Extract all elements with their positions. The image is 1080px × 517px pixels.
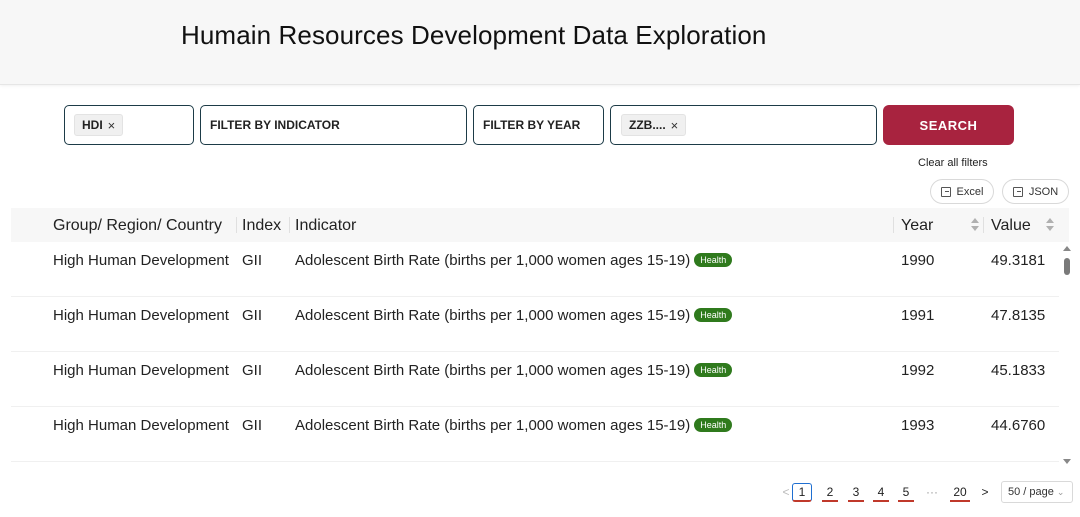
cell-value: 47.8135 — [991, 307, 1046, 324]
page-2[interactable]: 2 — [822, 485, 838, 502]
export-icon — [1012, 186, 1023, 197]
table-row: High Human Development GII Adolescent Bi… — [11, 297, 1059, 352]
export-json-label: JSON — [1028, 185, 1059, 198]
chevron-down-icon: ⌄ — [1056, 486, 1065, 497]
remove-tag-icon[interactable]: × — [108, 118, 116, 133]
group-tag: HDI × — [74, 114, 124, 136]
table-row: High Human Development GII Adolescent Bi… — [11, 407, 1059, 462]
column-header-index: Index — [242, 217, 282, 234]
app-header: Humain Resources Development Data Explor… — [0, 0, 1080, 85]
group-tag-label: HDI — [82, 118, 103, 132]
cell-indicator: Adolescent Birth Rate (births per 1,000 … — [295, 360, 733, 381]
column-divider — [289, 217, 290, 233]
cell-index: GII — [242, 252, 263, 269]
clear-filters-link[interactable]: Clear all filters — [918, 157, 988, 169]
cell-value: 44.6760 — [991, 417, 1046, 434]
cell-value: 49.3181 — [991, 252, 1046, 269]
table-body: High Human Development GII Adolescent Bi… — [11, 242, 1059, 462]
page-20[interactable]: 20 — [950, 485, 970, 502]
column-header-group: Group/ Region/ Country — [53, 217, 222, 234]
cell-indicator: Adolescent Birth Rate (births per 1,000 … — [295, 250, 733, 271]
indicator-text: Adolescent Birth Rate (births per 1,000 … — [295, 417, 691, 434]
page-size-value: 50 / page — [1008, 486, 1054, 498]
cell-year: 1990 — [901, 252, 935, 269]
indicator-filter[interactable]: FILTER BY INDICATOR — [200, 105, 467, 145]
export-icon — [940, 186, 951, 197]
cell-index: GII — [242, 307, 263, 324]
indicator-text: Adolescent Birth Rate (births per 1,000 … — [295, 362, 691, 379]
group-filter[interactable]: HDI × — [64, 105, 194, 145]
country-tag: ZZB.... × — [621, 114, 687, 136]
table-scrollbar[interactable] — [1061, 244, 1073, 468]
prev-page-icon[interactable]: < — [780, 485, 792, 499]
remove-tag-icon[interactable]: × — [671, 118, 679, 133]
column-divider — [893, 217, 894, 233]
export-excel-label: Excel — [956, 185, 984, 198]
cell-year: 1993 — [901, 417, 935, 434]
page-5[interactable]: 5 — [898, 485, 914, 502]
table-row: High Human Development GII Adolescent Bi… — [11, 352, 1059, 407]
sort-year-icon[interactable] — [971, 218, 979, 232]
table-row: High Human Development GII Adolescent Bi… — [11, 242, 1059, 297]
export-excel-button[interactable]: Excel — [930, 179, 994, 204]
cell-value: 45.1833 — [991, 362, 1046, 379]
cell-group: High Human Development — [53, 362, 229, 379]
cell-indicator: Adolescent Birth Rate (births per 1,000 … — [295, 415, 733, 436]
cell-group: High Human Development — [53, 417, 229, 434]
cell-year: 1991 — [901, 307, 935, 324]
page-title: Humain Resources Development Data Explor… — [181, 20, 767, 50]
column-header-indicator: Indicator — [295, 217, 357, 234]
category-badge: Health — [694, 363, 733, 377]
cell-group: High Human Development — [53, 252, 229, 269]
indicator-text: Adolescent Birth Rate (births per 1,000 … — [295, 252, 691, 269]
scroll-thumb[interactable] — [1064, 258, 1070, 275]
page-3[interactable]: 3 — [848, 485, 864, 502]
column-divider — [236, 217, 237, 233]
page-1[interactable]: 1 — [792, 483, 812, 502]
table-header: Group/ Region/ Country Index Indicator Y… — [11, 208, 1069, 242]
search-button[interactable]: SEARCH — [883, 105, 1014, 145]
cell-index: GII — [242, 362, 263, 379]
scroll-up-icon[interactable] — [1063, 246, 1071, 251]
scroll-down-icon[interactable] — [1063, 459, 1071, 464]
column-divider — [983, 217, 984, 233]
column-header-year: Year — [901, 217, 934, 234]
cell-group: High Human Development — [53, 307, 229, 324]
country-tag-label: ZZB.... — [629, 118, 666, 132]
export-json-button[interactable]: JSON — [1002, 179, 1069, 204]
country-filter[interactable]: ZZB.... × — [610, 105, 877, 145]
column-header-value: Value — [991, 217, 1031, 234]
category-badge: Health — [694, 253, 733, 267]
indicator-filter-placeholder: FILTER BY INDICATOR — [210, 118, 340, 132]
category-badge: Health — [694, 418, 733, 432]
year-filter[interactable]: FILTER BY YEAR — [473, 105, 604, 145]
page-ellipsis[interactable]: ··· — [923, 485, 941, 499]
page-size-select[interactable]: 50 / page ⌄ — [1001, 481, 1073, 503]
page-4[interactable]: 4 — [873, 485, 889, 502]
indicator-text: Adolescent Birth Rate (births per 1,000 … — [295, 307, 691, 324]
year-filter-placeholder: FILTER BY YEAR — [483, 118, 581, 132]
next-page-icon[interactable]: > — [979, 485, 991, 499]
cell-year: 1992 — [901, 362, 935, 379]
cell-indicator: Adolescent Birth Rate (births per 1,000 … — [295, 305, 733, 326]
sort-value-icon[interactable] — [1046, 218, 1054, 232]
category-badge: Health — [694, 308, 733, 322]
cell-index: GII — [242, 417, 263, 434]
